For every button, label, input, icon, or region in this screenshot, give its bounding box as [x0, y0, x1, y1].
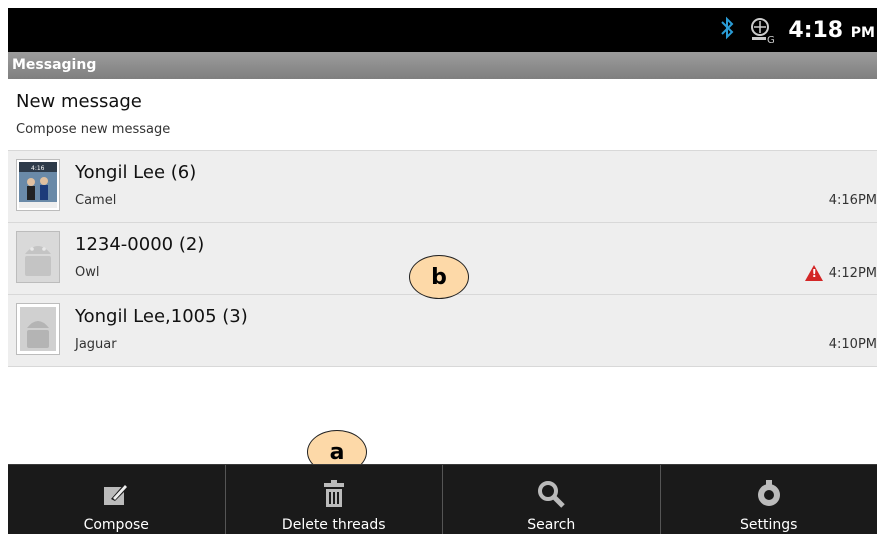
- compose-icon: [101, 479, 131, 509]
- thread-time: 4:10PM: [829, 337, 877, 352]
- new-message-item[interactable]: New message Compose new message: [8, 79, 877, 150]
- contact-photo: 4:16: [16, 159, 60, 211]
- compose-button[interactable]: Compose: [8, 465, 226, 534]
- left-margin: [0, 0, 8, 533]
- trash-icon: [319, 479, 349, 509]
- settings-icon: [754, 479, 784, 509]
- clock: 4:18 PM: [788, 18, 875, 43]
- thread-name: Yongil Lee (6): [75, 162, 196, 183]
- action-bar: Compose Delete threads Search: [8, 464, 877, 534]
- thread-item[interactable]: Yongil Lee,1005 (3) Jaguar 4:10PM: [8, 294, 877, 367]
- thread-name: 1234-0000 (2): [75, 234, 204, 255]
- signal-icon: G: [748, 17, 774, 43]
- svg-text:4:16: 4:16: [31, 165, 45, 172]
- delete-threads-button[interactable]: Delete threads: [226, 465, 444, 534]
- clock-ampm: PM: [851, 25, 875, 41]
- callout-b: b: [409, 255, 469, 299]
- thread-time-text: 4:12PM: [829, 266, 877, 281]
- settings-button[interactable]: Settings: [661, 465, 877, 534]
- default-contact-icon: [16, 231, 60, 283]
- thread-name: Yongil Lee,1005 (3): [75, 306, 248, 327]
- status-bar: G 4:18 PM: [8, 8, 877, 52]
- thread-snippet: Camel: [75, 193, 116, 208]
- thread-snippet: Owl: [75, 265, 99, 280]
- thread-time: 4:16PM: [829, 193, 877, 208]
- status-icons: G 4:18 PM: [720, 8, 877, 52]
- delete-threads-label: Delete threads: [282, 517, 386, 533]
- bluetooth-icon: [720, 16, 734, 45]
- app-title: Messaging: [12, 57, 96, 73]
- search-label: Search: [527, 517, 575, 533]
- settings-label: Settings: [740, 517, 797, 533]
- thread-item[interactable]: 4:16 Yongil Lee (6) Camel 4:16PM: [8, 150, 877, 222]
- thread-snippet: Jaguar: [75, 337, 117, 352]
- warning-icon: [805, 265, 823, 281]
- search-button[interactable]: Search: [443, 465, 661, 534]
- default-contact-icon: [16, 303, 60, 355]
- thread-time-text: 4:10PM: [829, 337, 877, 352]
- clock-time: 4:18: [788, 18, 843, 43]
- new-message-subtitle: Compose new message: [16, 122, 170, 137]
- svg-text:G: G: [767, 35, 775, 45]
- new-message-title: New message: [16, 91, 142, 112]
- compose-label: Compose: [84, 517, 149, 533]
- title-bar: Messaging: [8, 52, 877, 79]
- thread-time-text: 4:16PM: [829, 193, 877, 208]
- thread-time: 4:12PM: [805, 265, 877, 281]
- search-icon: [536, 479, 566, 509]
